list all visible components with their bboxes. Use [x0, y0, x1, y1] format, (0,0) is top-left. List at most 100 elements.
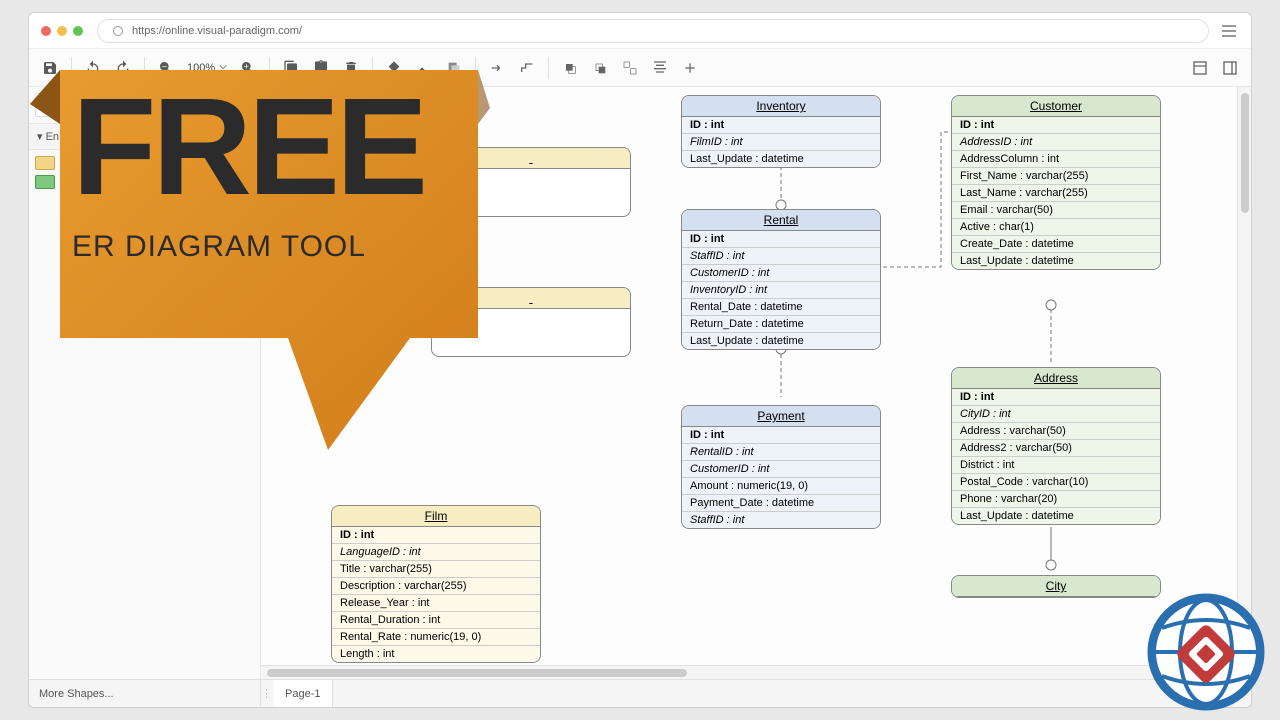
paste-button[interactable]: [308, 55, 334, 81]
connector-style-button[interactable]: [484, 55, 510, 81]
entity-attribute: Description : varchar(255): [332, 578, 540, 595]
entity-attribute: ID : int: [952, 117, 1160, 134]
globe-icon: [112, 25, 124, 37]
entity-attribute: Title : varchar(255): [332, 561, 540, 578]
entity-attribute: CityID : int: [952, 406, 1160, 423]
horizontal-scrollbar[interactable]: [261, 665, 1237, 679]
entity-title: Customer: [952, 96, 1160, 117]
entity-attribute: Phone : varchar(20): [952, 491, 1160, 508]
entity-attribute: InventoryID : int: [682, 282, 880, 299]
entity-attribute: FilmID : int: [682, 134, 880, 151]
entity-attribute: Create_Date : datetime: [952, 236, 1160, 253]
brand-logo-icon: [1146, 592, 1266, 712]
entity-attribute: Release_Year : int: [332, 595, 540, 612]
save-button[interactable]: [37, 55, 63, 81]
entity-attribute: Address2 : varchar(50): [952, 440, 1160, 457]
entity-attribute: Last_Update : datetime: [952, 253, 1160, 269]
entity-rental[interactable]: RentalID : intStaffID : intCustomerID : …: [681, 209, 881, 350]
group-button[interactable]: [617, 55, 643, 81]
add-button[interactable]: [677, 55, 703, 81]
entity-title: Rental: [682, 210, 880, 231]
outline-panel-button[interactable]: [1217, 55, 1243, 81]
url-text: https://online.visual-paradigm.com/: [132, 25, 302, 37]
url-bar[interactable]: https://online.visual-paradigm.com/: [97, 19, 1209, 43]
window-controls: [41, 26, 83, 36]
delete-button[interactable]: [338, 55, 364, 81]
editor-body: Se ▾ En Fil: [29, 87, 1251, 679]
chevron-down-icon: [219, 63, 227, 71]
entity-attribute: Rental_Date : datetime: [682, 299, 880, 316]
waypoint-button[interactable]: [514, 55, 540, 81]
maximize-dot[interactable]: [73, 26, 83, 36]
to-back-button[interactable]: [587, 55, 613, 81]
entity-attribute: LanguageID : int: [332, 544, 540, 561]
entity-attribute: Address : varchar(50): [952, 423, 1160, 440]
entity-attribute: StaffID : int: [682, 248, 880, 265]
entity-attribute: StaffID : int: [682, 512, 880, 528]
entity-title: Film: [332, 506, 540, 527]
entity-title: Inventory: [682, 96, 880, 117]
entity-attribute: First_Name : varchar(255): [952, 168, 1160, 185]
entity-attribute: AddressID : int: [952, 134, 1160, 151]
entity-attribute: ID : int: [682, 231, 880, 248]
sidebar-section-header[interactable]: ▾ En: [29, 123, 260, 150]
search-input[interactable]: Se: [35, 93, 254, 117]
entity-attribute: Return_Date : datetime: [682, 316, 880, 333]
entity-shape-yellow[interactable]: [35, 156, 55, 170]
entity-attribute: Last_Update : datetime: [682, 151, 880, 167]
entity-attribute: Rental_Duration : int: [332, 612, 540, 629]
page-tab[interactable]: Page-1: [273, 680, 333, 707]
entity-title: Payment: [682, 406, 880, 427]
vertical-scrollbar[interactable]: [1237, 87, 1251, 665]
fill-color-button[interactable]: [381, 55, 407, 81]
entity-hidden-2[interactable]: [431, 287, 631, 357]
entity-shape-green[interactable]: [35, 175, 55, 189]
shape-palette: [29, 150, 260, 195]
close-dot[interactable]: [41, 26, 51, 36]
statusbar: More Shapes... ⋮ Page-1: [29, 679, 1251, 707]
entity-film[interactable]: FilmID : intLanguageID : intTitle : varc…: [331, 505, 541, 663]
entity-attribute: ID : int: [332, 527, 540, 544]
align-button[interactable]: [647, 55, 673, 81]
entity-attribute: CustomerID : int: [682, 461, 880, 478]
entity-attribute: Last_Name : varchar(255): [952, 185, 1160, 202]
entity-attribute: Email : varchar(50): [952, 202, 1160, 219]
entity-inventory[interactable]: InventoryID : intFilmID : intLast_Update…: [681, 95, 881, 168]
entity-city[interactable]: City: [951, 575, 1161, 598]
entity-address[interactable]: AddressID : intCityID : intAddress : var…: [951, 367, 1161, 525]
entity-attribute: Amount : numeric(19, 0): [682, 478, 880, 495]
sidebar: Se ▾ En: [29, 87, 261, 679]
zoom-in-button[interactable]: [235, 55, 261, 81]
minimize-dot[interactable]: [57, 26, 67, 36]
entity-attribute: ID : int: [952, 389, 1160, 406]
entity-title: City: [952, 576, 1160, 597]
entity-customer[interactable]: CustomerID : intAddressID : intAddressCo…: [951, 95, 1161, 270]
entity-attribute: Length : int: [332, 646, 540, 662]
toolbar: 100%: [29, 49, 1251, 87]
shadow-button[interactable]: [441, 55, 467, 81]
entity-hidden-1[interactable]: [431, 147, 631, 217]
entity-attribute: Rental_Rate : numeric(19, 0): [332, 629, 540, 646]
more-shapes-button[interactable]: More Shapes...: [29, 680, 261, 707]
entity-attribute: AddressColumn : int: [952, 151, 1160, 168]
entity-title: Address: [952, 368, 1160, 389]
entity-attribute: RentalID : int: [682, 444, 880, 461]
entity-attribute: CustomerID : int: [682, 265, 880, 282]
line-color-button[interactable]: [411, 55, 437, 81]
canvas[interactable]: FilmID : intLanguageID : intTitle : varc…: [261, 87, 1251, 679]
zoom-level[interactable]: 100%: [183, 62, 231, 74]
entity-attribute: Active : char(1): [952, 219, 1160, 236]
browser-bar: https://online.visual-paradigm.com/: [29, 13, 1251, 49]
entity-attribute: ID : int: [682, 117, 880, 134]
copy-button[interactable]: [278, 55, 304, 81]
undo-button[interactable]: [80, 55, 106, 81]
to-front-button[interactable]: [557, 55, 583, 81]
format-panel-button[interactable]: [1187, 55, 1213, 81]
entity-attribute: District : int: [952, 457, 1160, 474]
redo-button[interactable]: [110, 55, 136, 81]
entity-attribute: Payment_Date : datetime: [682, 495, 880, 512]
zoom-out-button[interactable]: [153, 55, 179, 81]
entity-payment[interactable]: PaymentID : intRentalID : intCustomerID …: [681, 405, 881, 529]
entity-attribute: Last_Update : datetime: [682, 333, 880, 349]
hamburger-menu-icon[interactable]: [1219, 25, 1239, 37]
